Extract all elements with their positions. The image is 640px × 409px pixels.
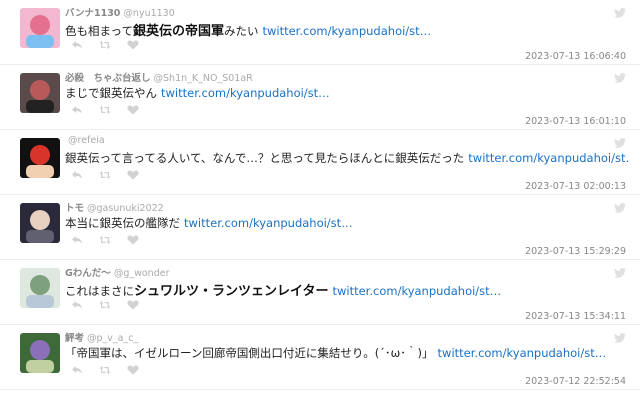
tweet-text: 本当に銀英伝の艦隊だ twitter.com/kyanpudahoi/st… [65, 215, 630, 231]
retweet-icon[interactable] [99, 40, 111, 50]
user-name[interactable]: 必殺 ちゃぶ台返し [65, 73, 151, 84]
tweet-link[interactable]: twitter.com/kyanpudahoi/st… [468, 151, 630, 165]
avatar[interactable] [20, 333, 60, 373]
tweet-text: 色も相まって銀英伝の帝国軍みたい twitter.com/kyanpudahoi/… [65, 20, 630, 39]
tweet-item: トモ @gasunuki2022 本当に銀英伝の艦隊だ twitter.com/ky… [0, 195, 640, 260]
avatar[interactable] [20, 73, 60, 113]
heart-icon[interactable] [127, 300, 139, 310]
tweet-item: 鮃考 @p_v_a_c_ 「帝国軍は、イゼルローン回廊帝国側出口付近に集結せり。(… [0, 325, 640, 390]
tweet-item: @refeia 銀英伝って言ってる人いて、なんで…？と思って見たらほんとに銀英伝… [0, 130, 640, 195]
tweet-actions [71, 169, 139, 181]
tweet-text: 「帝国軍は、イゼルローン回廊帝国側出口付近に集結せり。(´･ω･｀)」 twitt… [65, 345, 630, 361]
tweet-text-after: みたい [223, 24, 259, 38]
retweet-icon[interactable] [99, 365, 111, 375]
tweet-timestamp[interactable]: 2023-07-13 16:01:10 [525, 116, 626, 127]
reply-icon[interactable] [71, 365, 83, 375]
twitter-bird-icon[interactable] [614, 328, 626, 343]
tweet-header: 必殺 ちゃぶ台返し @Sh1n_K_NO_S01aR [65, 70, 253, 84]
retweet-icon[interactable] [99, 235, 111, 245]
tweet-timestamp[interactable]: 2023-07-13 15:29:29 [525, 246, 626, 257]
avatar[interactable] [20, 8, 60, 48]
avatar[interactable] [20, 268, 60, 308]
tweet-actions [71, 364, 139, 376]
tweet-timestamp[interactable]: 2023-07-13 02:00:13 [525, 181, 626, 192]
reply-icon[interactable] [71, 235, 83, 245]
user-handle[interactable]: @Sh1n_K_NO_S01aR [154, 73, 253, 84]
tweet-text-emphasis: シュワルツ・ランツェンレイター [134, 284, 329, 299]
tweet-timestamp[interactable]: 2023-07-12 22:52:54 [525, 376, 626, 387]
tweet-text-before: 色も相まって [65, 24, 133, 38]
tweet-text: 銀英伝って言ってる人いて、なんで…？と思って見たらほんとに銀英伝だった twitt… [65, 150, 630, 166]
reply-icon[interactable] [71, 105, 83, 115]
tweet-actions [71, 104, 139, 116]
tweet-header: トモ @gasunuki2022 [65, 200, 164, 214]
twitter-bird-icon[interactable] [614, 133, 626, 148]
user-name[interactable]: Gわんだ〜 [65, 268, 111, 279]
tweet-header: 鮃考 @p_v_a_c_ [65, 330, 138, 344]
tweet-actions [71, 234, 139, 246]
user-handle[interactable]: @nyu1130 [123, 8, 174, 19]
tweet-link[interactable]: twitter.com/kyanpudahoi/st… [161, 86, 330, 100]
user-handle[interactable]: @gasunuki2022 [87, 203, 164, 214]
twitter-bird-icon[interactable] [614, 3, 626, 18]
tweet-link[interactable]: twitter.com/kyanpudahoi/st… [184, 216, 353, 230]
user-name[interactable]: 鮃考 [65, 333, 84, 344]
tweet-item: 必殺 ちゃぶ台返し @Sh1n_K_NO_S01aR まじで銀英伝やん twitte… [0, 65, 640, 130]
reply-icon[interactable] [71, 170, 83, 180]
tweet-text-before: これはまさに [65, 284, 134, 298]
heart-icon[interactable] [127, 170, 139, 180]
heart-icon[interactable] [127, 40, 139, 50]
twitter-bird-icon[interactable] [614, 198, 626, 213]
reply-icon[interactable] [71, 40, 83, 50]
avatar[interactable] [20, 203, 60, 243]
tweet-text: これはまさにシュワルツ・ランツェンレイター twitter.com/kyanpud… [65, 280, 630, 299]
tweet-link[interactable]: twitter.com/kyanpudahoi/st… [438, 346, 607, 360]
tweet-item: Gわんだ〜 @g_wonder これはまさにシュワルツ・ランツェンレイター twit… [0, 260, 640, 325]
tweet-text: まじで銀英伝やん twitter.com/kyanpudahoi/st… [65, 85, 630, 101]
tweet-link[interactable]: twitter.com/kyanpudahoi/st… [262, 24, 431, 38]
tweet-text-emphasis: 銀英伝の帝国軍 [132, 24, 224, 39]
tweet-actions [71, 299, 139, 311]
retweet-icon[interactable] [99, 300, 111, 310]
user-name[interactable]: トモ [65, 203, 84, 214]
retweet-icon[interactable] [99, 170, 111, 180]
tweet-link[interactable]: twitter.com/kyanpudahoi/st… [332, 284, 501, 298]
heart-icon[interactable] [127, 365, 139, 375]
tweet-timestamp[interactable]: 2023-07-13 16:06:40 [525, 51, 626, 62]
avatar[interactable] [20, 138, 60, 178]
heart-icon[interactable] [127, 235, 139, 245]
retweet-icon[interactable] [99, 105, 111, 115]
tweet-item: バンナ1130 @nyu1130 色も相まって銀英伝の帝国軍みたい twitter.… [0, 0, 640, 65]
heart-icon[interactable] [127, 105, 139, 115]
tweet-text-before: 「帝国軍は、イゼルローン回廊帝国側出口付近に集結せり。(´･ω･｀)」 [65, 346, 434, 360]
tweet-text-before: 本当に銀英伝の艦隊だ [65, 216, 180, 230]
tweet-text-before: 銀英伝って言ってる人いて、なんで…？と思って見たらほんとに銀英伝だった [65, 151, 465, 165]
tweet-actions [71, 39, 139, 51]
twitter-bird-icon[interactable] [614, 68, 626, 83]
tweet-header: @refeia [65, 135, 105, 146]
user-handle[interactable]: @refeia [68, 135, 105, 146]
tweet-header: Gわんだ〜 @g_wonder [65, 265, 169, 279]
user-handle[interactable]: @g_wonder [114, 268, 170, 279]
twitter-bird-icon[interactable] [614, 263, 626, 278]
tweet-text-before: まじで銀英伝やん [65, 86, 157, 100]
tweet-header: バンナ1130 @nyu1130 [65, 5, 175, 19]
reply-icon[interactable] [71, 300, 83, 310]
user-handle[interactable]: @p_v_a_c_ [87, 333, 138, 344]
user-name[interactable]: バンナ1130 [65, 8, 120, 19]
tweet-list: バンナ1130 @nyu1130 色も相まって銀英伝の帝国軍みたい twitter.… [0, 0, 640, 390]
tweet-timestamp[interactable]: 2023-07-13 15:34:11 [525, 311, 626, 322]
